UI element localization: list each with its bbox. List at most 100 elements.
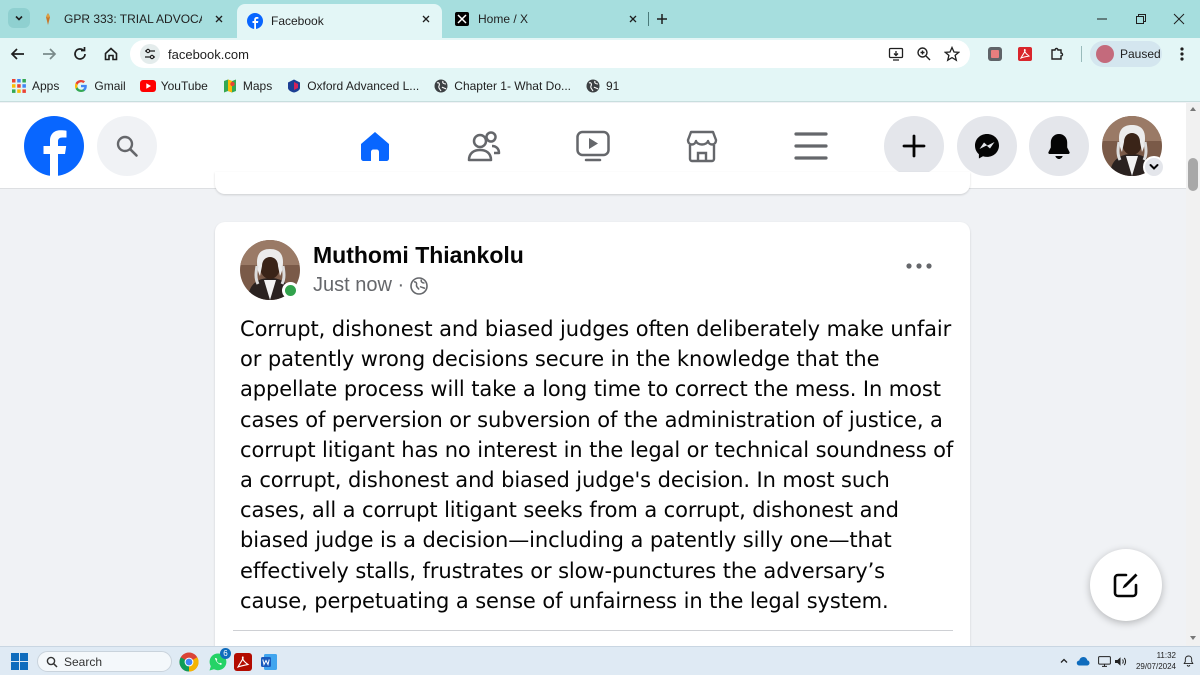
extension-app-icon — [988, 47, 1002, 61]
menu-icon — [794, 132, 828, 160]
notification-center-button[interactable] — [1181, 654, 1195, 668]
home-button[interactable] — [99, 42, 123, 66]
windows-taskbar: Search 6 11:32 29/07/2024 — [0, 646, 1200, 675]
acrobat-icon — [1018, 47, 1032, 61]
back-button[interactable] — [6, 42, 30, 66]
puzzle-icon — [1051, 47, 1064, 60]
post-divider — [233, 630, 953, 631]
restore-button[interactable] — [1130, 8, 1152, 30]
reload-button[interactable] — [68, 42, 92, 66]
create-button[interactable] — [884, 116, 944, 176]
acrobat-icon — [234, 653, 252, 671]
extension-button[interactable] — [983, 42, 1007, 66]
post-author-name[interactable]: Muthomi Thiankolu — [313, 242, 524, 269]
tab-gpr-333[interactable]: GPR 333: TRIAL ADVOCACY 2024 — [30, 4, 235, 34]
home-icon — [361, 132, 389, 161]
tab-facebook[interactable]: Facebook — [237, 4, 442, 38]
new-message-button[interactable] — [1090, 549, 1162, 621]
arrow-right-icon — [43, 48, 57, 60]
acrobat-extension-button[interactable] — [1013, 42, 1037, 66]
messenger-button[interactable] — [957, 116, 1017, 176]
notifications-button[interactable] — [1029, 116, 1089, 176]
speaker-icon — [1114, 656, 1126, 666]
chevron-down-icon — [15, 15, 23, 21]
profile-status: Paused — [1120, 47, 1161, 61]
friends-icon — [467, 131, 501, 162]
tab-separator — [648, 12, 649, 26]
feed-post: Muthomi Thiankolu Just now · Corrupt, di… — [215, 222, 970, 662]
close-icon[interactable] — [211, 11, 227, 27]
zoom-icon[interactable] — [916, 46, 932, 62]
globe-icon — [585, 78, 601, 94]
bookmark-label: Apps — [32, 78, 60, 93]
taskbar-clock[interactable]: 11:32 29/07/2024 — [1132, 650, 1176, 672]
taskbar-word[interactable] — [258, 651, 280, 673]
forward-button[interactable] — [37, 42, 61, 66]
address-bar[interactable]: facebook.com — [130, 40, 970, 68]
url-text[interactable]: facebook.com — [168, 47, 249, 62]
bookmark-label: Maps — [242, 78, 273, 93]
volume-tray-icon[interactable] — [1113, 654, 1127, 668]
profile-button[interactable]: Paused — [1090, 41, 1162, 67]
restore-icon — [1136, 14, 1146, 24]
taskbar-whatsapp[interactable]: 6 — [207, 648, 231, 673]
compose-icon — [1113, 573, 1138, 598]
taskbar-search-box[interactable]: Search — [37, 651, 172, 672]
page-scrollbar[interactable] — [1186, 103, 1200, 646]
window-close-button[interactable] — [1168, 8, 1190, 30]
facebook-logo[interactable] — [24, 116, 84, 176]
post-timestamp[interactable]: Just now · — [313, 274, 404, 297]
tab-title: GPR 333: TRIAL ADVOCACY 2024 — [64, 12, 202, 26]
bookmark-gmail[interactable]: Gmail — [73, 78, 126, 94]
facebook-search-button[interactable] — [97, 116, 157, 176]
scrollbar-thumb[interactable] — [1188, 158, 1198, 191]
bookmark-youtube[interactable]: YouTube — [139, 78, 208, 94]
new-tab-button[interactable] — [652, 9, 672, 29]
taskbar-chrome[interactable] — [178, 651, 200, 673]
clock-date: 29/07/2024 — [1135, 662, 1176, 671]
post-meta: Just now · — [313, 274, 428, 297]
bookmark-91[interactable]: 91 — [585, 78, 619, 94]
bookmark-label: Oxford Advanced L... — [307, 78, 420, 93]
close-icon[interactable] — [625, 11, 641, 27]
bookmark-oxford[interactable]: Oxford Advanced L... — [286, 78, 419, 94]
chrome-menu-button[interactable] — [1170, 42, 1194, 66]
bookmark-apps[interactable]: Apps — [11, 78, 59, 94]
post-options-button[interactable] — [903, 254, 935, 278]
minimize-button[interactable] — [1091, 8, 1113, 30]
windows-logo-icon — [11, 653, 19, 661]
profile-avatar-icon — [1096, 45, 1114, 63]
network-tray-icon[interactable] — [1097, 654, 1111, 668]
globe-icon — [433, 78, 449, 94]
notification-count-badge: 6 — [220, 648, 231, 659]
chrome-icon — [179, 652, 199, 672]
windows-start-button[interactable] — [11, 653, 28, 670]
bookmark-label: Chapter 1- What Do... — [454, 78, 571, 93]
reload-icon — [74, 47, 86, 60]
maps-icon — [222, 78, 238, 94]
taskbar-acrobat[interactable] — [232, 651, 254, 673]
cloud-icon — [1076, 657, 1090, 666]
bookmark-maps[interactable]: Maps — [222, 78, 272, 94]
show-hidden-icons-button[interactable] — [1057, 654, 1071, 668]
network-icon — [1097, 655, 1111, 667]
tab-x-home[interactable]: Home / X — [444, 4, 649, 34]
scroll-down-arrow-icon[interactable] — [1190, 636, 1196, 640]
bookmark-chapter-1[interactable]: Chapter 1- What Do... — [433, 78, 571, 94]
install-app-icon[interactable] — [888, 46, 904, 62]
home-icon — [104, 47, 118, 61]
onedrive-tray-icon[interactable] — [1076, 654, 1090, 668]
search-icon — [116, 135, 138, 157]
close-icon[interactable] — [418, 11, 434, 27]
plus-icon — [902, 134, 926, 158]
account-menu-button[interactable] — [1143, 156, 1165, 178]
tab-search-button[interactable] — [8, 8, 30, 28]
word-icon — [261, 654, 277, 670]
globe-icon[interactable] — [410, 276, 428, 295]
facebook-icon — [247, 13, 263, 29]
windows-logo-icon — [11, 662, 19, 670]
scroll-up-arrow-icon[interactable] — [1190, 107, 1196, 111]
site-info-icon[interactable] — [140, 44, 160, 64]
bookmark-star-icon[interactable] — [944, 46, 960, 62]
extensions-menu-button[interactable] — [1045, 42, 1069, 66]
